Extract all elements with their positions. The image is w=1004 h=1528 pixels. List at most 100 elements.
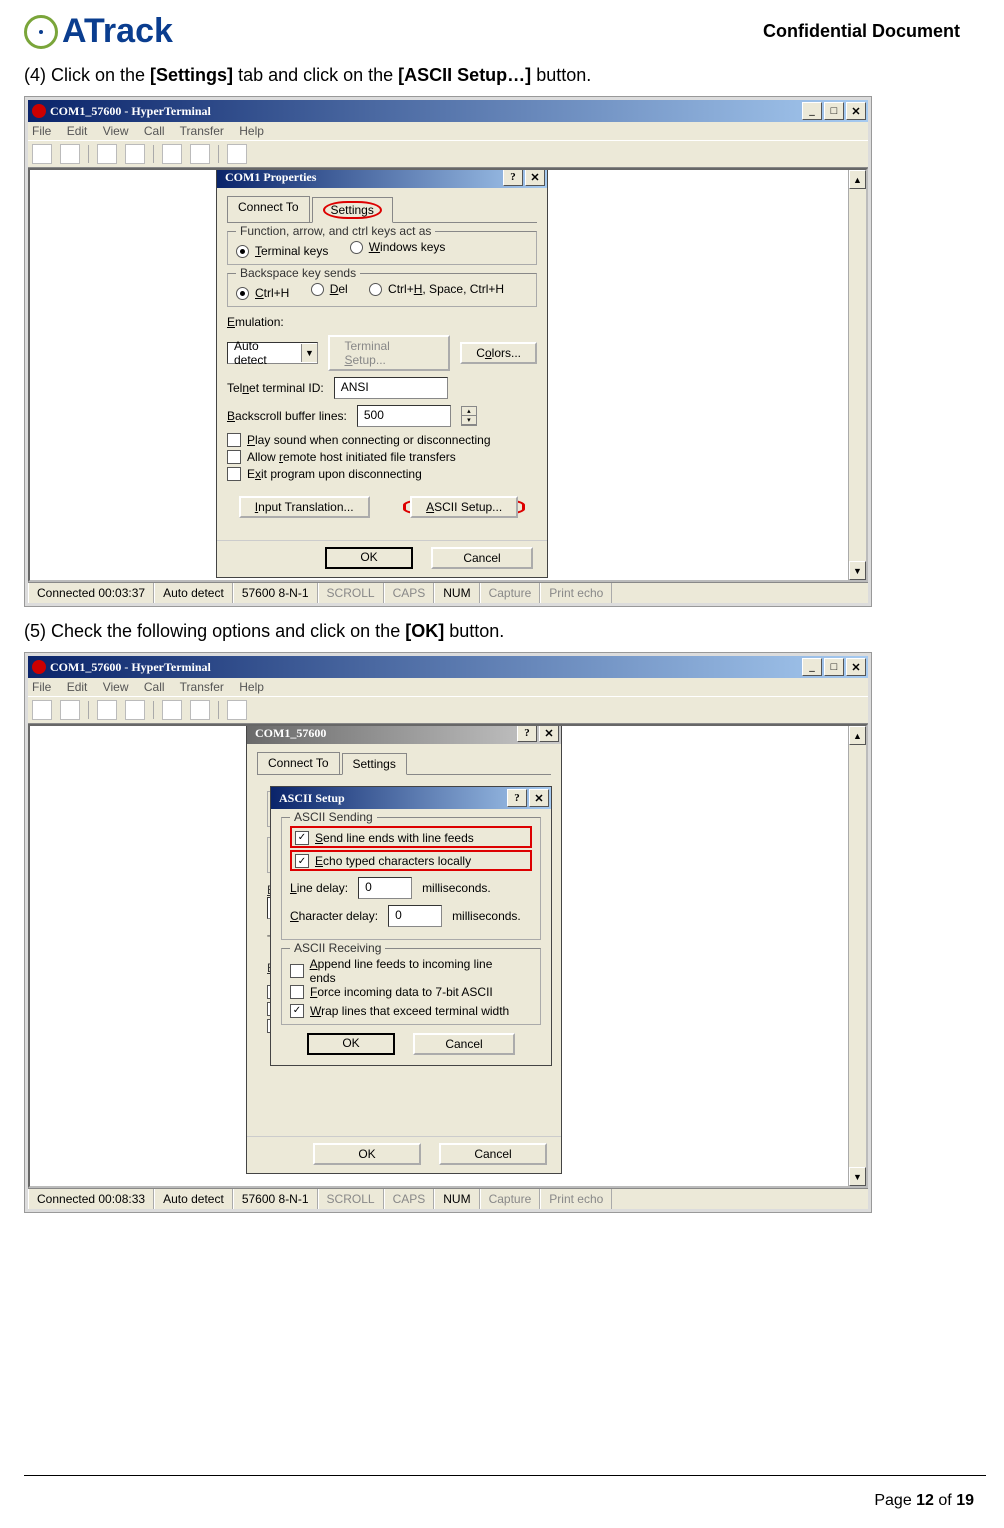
radio-terminal-keys[interactable]: TTerminal keyserminal keys xyxy=(236,244,328,258)
char-delay-input[interactable]: 0 xyxy=(388,905,442,927)
ascii-cancel-button[interactable]: Cancel xyxy=(413,1033,515,1055)
menu-file[interactable]: File xyxy=(32,124,51,138)
help-button[interactable]: ? xyxy=(507,789,527,807)
send-icon[interactable] xyxy=(162,144,182,164)
app-icon xyxy=(32,660,46,674)
footer-num: 12 xyxy=(916,1492,934,1509)
properties-icon[interactable] xyxy=(227,700,247,720)
maximize-button[interactable]: □ xyxy=(824,658,844,676)
help-button[interactable]: ? xyxy=(503,168,523,186)
send-icon[interactable] xyxy=(162,700,182,720)
scroll-down-icon[interactable]: ▼ xyxy=(849,561,866,580)
ascii-ok-button[interactable]: OK xyxy=(307,1033,395,1055)
check-exit[interactable]: Exit program upon disconnecting xyxy=(227,467,422,481)
connect-icon[interactable] xyxy=(97,144,117,164)
menu-call[interactable]: Call xyxy=(144,680,165,694)
check-play-sound[interactable]: Play sound when connecting or disconnect… xyxy=(227,433,491,447)
check-force-7bit[interactable]: Force incoming data to 7-bit ASCII xyxy=(290,985,493,999)
check-echo-typed[interactable]: ✓Echo typed characters locally xyxy=(295,854,471,868)
step4-post: button. xyxy=(536,65,591,85)
menu-help[interactable]: Help xyxy=(239,680,264,694)
new-icon[interactable] xyxy=(32,700,52,720)
ascii-close-button[interactable]: ✕ xyxy=(529,789,549,807)
statusbar: Connected 00:03:37 Auto detect 57600 8-N… xyxy=(28,582,868,603)
connect-icon[interactable] xyxy=(97,700,117,720)
menu-view[interactable]: View xyxy=(103,124,129,138)
menu-transfer[interactable]: Transfer xyxy=(180,124,224,138)
window-titlebar[interactable]: COM1_57600 - HyperTerminal _ □ ✕ xyxy=(28,100,868,122)
scroll-up-icon[interactable]: ▲ xyxy=(849,726,866,745)
spin-buttons[interactable]: ▴▾ xyxy=(461,406,477,426)
disconnect-icon[interactable] xyxy=(125,144,145,164)
ok-button-2[interactable]: OK xyxy=(313,1143,421,1165)
receive-icon[interactable] xyxy=(190,144,210,164)
dialog-close-button[interactable]: ✕ xyxy=(525,168,545,186)
dialog2-title: COM1_57600 xyxy=(249,726,326,741)
emulation-select[interactable]: Auto detect ▼ xyxy=(227,342,318,364)
status-autodetect: Auto detect xyxy=(154,583,233,603)
emulation-label: Emulation: xyxy=(227,315,284,329)
scroll-down-icon[interactable]: ▼ xyxy=(849,1167,866,1186)
menu-file[interactable]: File xyxy=(32,680,51,694)
vscrollbar[interactable]: ▲ ▼ xyxy=(848,170,866,580)
status-connected: Connected 00:03:37 xyxy=(28,583,154,603)
cancel-button-2[interactable]: Cancel xyxy=(439,1143,547,1165)
menu-transfer[interactable]: Transfer xyxy=(180,680,224,694)
check-send-line-ends[interactable]: ✓Send line ends with line feeds xyxy=(295,831,474,845)
minimize-button[interactable]: _ xyxy=(802,658,822,676)
open-icon[interactable] xyxy=(60,144,80,164)
line-delay-input[interactable]: 0 xyxy=(358,877,412,899)
receive-icon[interactable] xyxy=(190,700,210,720)
close-button[interactable]: ✕ xyxy=(846,658,866,676)
tab-connect-to[interactable]: Connect To xyxy=(257,752,340,774)
close-button[interactable]: ✕ xyxy=(846,102,866,120)
statusbar-2: Connected 00:08:33 Auto detect 57600 8-N… xyxy=(28,1188,868,1209)
menu-call[interactable]: Call xyxy=(144,124,165,138)
chevron-down-icon[interactable]: ▼ xyxy=(301,344,318,362)
status-num-2: NUM xyxy=(434,1189,479,1209)
step5-pre: (5) Check the following options and clic… xyxy=(24,621,405,641)
help-button[interactable]: ? xyxy=(517,724,537,742)
tab-settings[interactable]: Settings xyxy=(312,197,393,223)
telnet-id-input[interactable]: ANSI xyxy=(334,377,448,399)
tab-settings[interactable]: Settings xyxy=(342,753,407,775)
menu-edit[interactable]: Edit xyxy=(67,680,88,694)
check-append-lf[interactable]: Append line feeds to incoming line ends xyxy=(290,957,514,985)
dialog-titlebar[interactable]: COM1 Properties ? ✕ xyxy=(217,168,547,188)
dialog-title: COM1 Properties xyxy=(219,170,316,185)
step4-pre: (4) Click on the xyxy=(24,65,150,85)
ascii-title: ASCII Setup xyxy=(273,791,345,806)
hyperterminal-window-1: COM1_57600 - HyperTerminal _ □ ✕ File Ed… xyxy=(28,100,868,603)
open-icon[interactable] xyxy=(60,700,80,720)
disconnect-icon[interactable] xyxy=(125,700,145,720)
menu-help[interactable]: Help xyxy=(239,124,264,138)
ascii-setup-button[interactable]: ASCII Setup... xyxy=(410,496,518,518)
dialog2-titlebar[interactable]: COM1_57600 ? ✕ xyxy=(247,724,561,744)
ok-button[interactable]: OK xyxy=(325,547,413,569)
send-legend: ASCII Sending xyxy=(290,810,377,824)
menu-edit[interactable]: Edit xyxy=(67,124,88,138)
window-titlebar-2[interactable]: COM1_57600 - HyperTerminal _ □ ✕ xyxy=(28,656,868,678)
vscrollbar-2[interactable]: ▲ ▼ xyxy=(848,726,866,1186)
scroll-up-icon[interactable]: ▲ xyxy=(849,170,866,189)
properties-icon[interactable] xyxy=(227,144,247,164)
input-translation-button[interactable]: Input Translation... xyxy=(239,496,370,518)
colors-button[interactable]: Colors... xyxy=(460,342,537,364)
ascii-titlebar[interactable]: ASCII Setup ? ✕ xyxy=(271,787,551,809)
radio-del[interactable]: Del xyxy=(311,282,348,296)
tab-connect-to[interactable]: Connect To xyxy=(227,196,310,222)
radio-chs[interactable]: Ctrl+H, Space, Ctrl+H xyxy=(369,282,504,296)
new-icon[interactable] xyxy=(32,144,52,164)
check-allow-remote[interactable]: Allow remote host initiated file transfe… xyxy=(227,450,456,464)
menu-view[interactable]: View xyxy=(103,680,129,694)
radio-ctrlh[interactable]: Ctrl+H xyxy=(236,286,289,300)
highlight-echo-typed: ✓Echo typed characters locally xyxy=(290,850,532,872)
dialog2-close-button[interactable]: ✕ xyxy=(539,724,559,742)
brand-text: ATrack xyxy=(62,12,173,51)
minimize-button[interactable]: _ xyxy=(802,102,822,120)
cancel-button[interactable]: Cancel xyxy=(431,547,533,569)
radio-windows-keys[interactable]: Windows keys xyxy=(350,240,446,254)
backscroll-input[interactable]: 500 xyxy=(357,405,451,427)
check-wrap-lines[interactable]: ✓Wrap lines that exceed terminal width xyxy=(290,1004,509,1018)
maximize-button[interactable]: □ xyxy=(824,102,844,120)
